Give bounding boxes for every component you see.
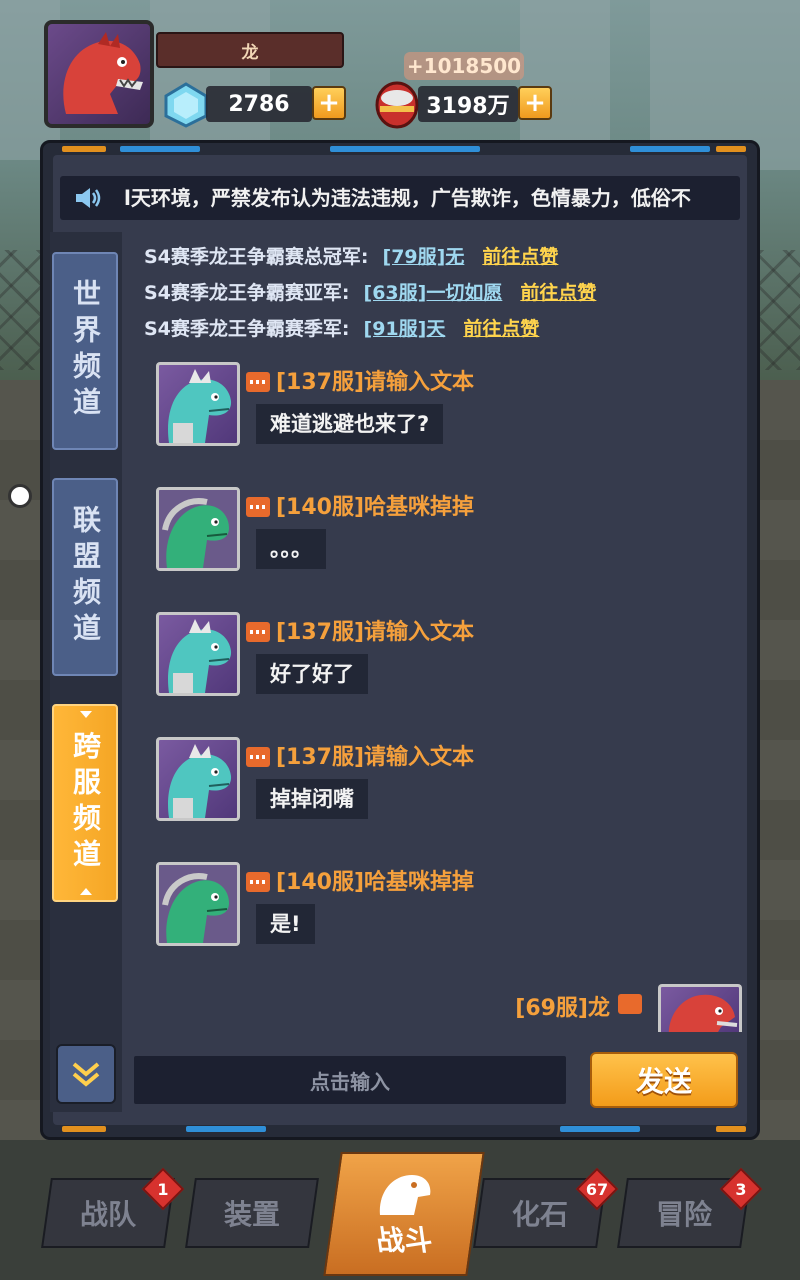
panel-trim <box>716 146 746 152</box>
badge-count: 1 <box>157 1179 169 1199</box>
panel-trim <box>120 146 200 152</box>
champion-link[interactable]: [79服]无 <box>383 246 465 268</box>
announcement-third-place: S4赛季龙王争霸赛季军: [91服]天 前往点赞 <box>144 314 539 341</box>
like-link[interactable]: 前往点赞 <box>463 318 539 340</box>
nav-label: 战斗 <box>373 1224 435 1257</box>
scroll-to-bottom-button[interactable] <box>56 1044 116 1104</box>
double-chevron-down-icon <box>72 1062 100 1087</box>
marquee-text: l天环境，严禁发布认为违法违规，广告欺诈，色情暴力，低俗不 <box>124 186 691 210</box>
announcement-runner-up: S4赛季龙王争霸赛亚军: [63服]一切如愿 前往点赞 <box>144 278 596 305</box>
message-sender[interactable]: [140服]哈基咪掉掉 <box>276 489 474 521</box>
panel-trim <box>186 1126 266 1132</box>
chat-message-area[interactable]: S4赛季龙王争霸赛总冠军: [79服]无 前往点赞 S4赛季龙王争霸赛亚军: [63服… <box>126 232 742 1032</box>
coin-can-icon <box>375 81 419 129</box>
own-avatar[interactable] <box>658 984 742 1032</box>
message-sender[interactable]: [140服]哈基咪掉掉 <box>276 864 474 896</box>
message-sender[interactable]: [137服]请输入文本 <box>276 614 474 646</box>
own-chat-message: [69服]龙 <box>496 984 742 1032</box>
speaker-icon <box>76 188 101 208</box>
player-avatar-green-dino[interactable] <box>156 862 240 946</box>
chat-bubble-icon <box>246 372 270 392</box>
add-coins-button[interactable]: + <box>518 86 552 120</box>
tab-label: 跨服频道 <box>69 731 102 875</box>
panel-trim <box>560 1126 640 1132</box>
player-avatar-teal-dino[interactable] <box>156 612 240 696</box>
nav-label: 装置 <box>223 1198 280 1231</box>
announcement-title: S4赛季龙王争霸赛总冠军: <box>144 246 369 268</box>
message-text: 难道逃避也来了? <box>256 404 444 444</box>
message-text: 好了好了 <box>256 654 368 694</box>
nav-label: 冒险 <box>655 1198 712 1231</box>
nav-battle-button[interactable]: 战斗 <box>323 1152 485 1276</box>
dino-head-icon <box>379 1175 431 1215</box>
tab-arrow-up-icon <box>80 888 92 895</box>
player-avatar-green-dino[interactable] <box>156 487 240 571</box>
message-text: 掉掉闭嘴 <box>256 779 368 819</box>
like-link[interactable]: 前往点赞 <box>482 246 558 268</box>
announcement-title: S4赛季龙王争霸赛亚军: <box>144 282 350 304</box>
nav-label: 化石 <box>511 1198 568 1231</box>
third-place-link[interactable]: [91服]天 <box>364 318 446 340</box>
announcement-champion: S4赛季龙王争霸赛总冠军: [79服]无 前往点赞 <box>144 242 558 269</box>
announcement-title: S4赛季龙王争霸赛季军: <box>144 318 350 340</box>
chat-message: [137服]请输入文本 掉掉闭嘴 <box>156 737 716 827</box>
message-text: 。。。 <box>256 529 326 569</box>
floating-assist-button[interactable] <box>8 484 32 508</box>
panel-trim <box>716 1126 746 1132</box>
coin-gain-popup: +1018500 <box>404 52 524 80</box>
tab-label: 联盟频道 <box>69 505 102 649</box>
tab-cross-server-channel[interactable]: 跨服频道 <box>52 704 118 902</box>
like-link[interactable]: 前往点赞 <box>520 282 596 304</box>
runner-up-link[interactable]: [63服]一切如愿 <box>364 282 503 304</box>
nav-label: 战队 <box>79 1198 136 1231</box>
message-text: 是! <box>256 904 315 944</box>
panel-trim <box>62 146 106 152</box>
nav-equipment-button[interactable]: 装置 <box>185 1178 319 1248</box>
chat-message: [137服]请输入文本 好了好了 <box>156 612 716 702</box>
player-avatar[interactable] <box>44 20 154 128</box>
badge-count: 67 <box>585 1179 609 1199</box>
chat-message: [140服]哈基咪掉掉 是! <box>156 862 716 952</box>
player-name: 龙 <box>156 32 344 68</box>
tab-world-channel[interactable]: 世界频道 <box>52 252 118 450</box>
panel-trim <box>330 146 480 152</box>
panel-trim <box>62 1126 106 1132</box>
chat-bubble-icon <box>246 872 270 892</box>
tab-label: 世界频道 <box>69 279 102 423</box>
chat-message: [137服]请输入文本 难道逃避也来了? <box>156 362 716 452</box>
own-message-sender: [69服]龙 <box>515 996 610 1021</box>
add-gems-button[interactable]: + <box>312 86 346 120</box>
coin-count: 3198万 <box>418 86 518 122</box>
chat-bubble-icon <box>246 497 270 517</box>
chat-bubble-icon <box>246 622 270 642</box>
tab-alliance-channel[interactable]: 联盟频道 <box>52 478 118 676</box>
message-sender[interactable]: [137服]请输入文本 <box>276 364 474 396</box>
tab-arrow-down-icon <box>80 711 92 718</box>
player-avatar-teal-dino[interactable] <box>156 362 240 446</box>
gem-count: 2786 <box>206 86 312 122</box>
badge-count: 3 <box>735 1179 747 1199</box>
send-button[interactable]: 发送 <box>590 1052 738 1108</box>
panel-trim <box>630 146 710 152</box>
message-sender[interactable]: [137服]请输入文本 <box>276 739 474 771</box>
chat-bubble-icon <box>618 994 642 1014</box>
gem-icon <box>164 82 208 128</box>
chat-message: [140服]哈基咪掉掉 。。。 <box>156 487 716 577</box>
chat-bubble-icon <box>246 747 270 767</box>
player-avatar-teal-dino[interactable] <box>156 737 240 821</box>
chat-input[interactable]: 点击输入 <box>134 1056 566 1104</box>
